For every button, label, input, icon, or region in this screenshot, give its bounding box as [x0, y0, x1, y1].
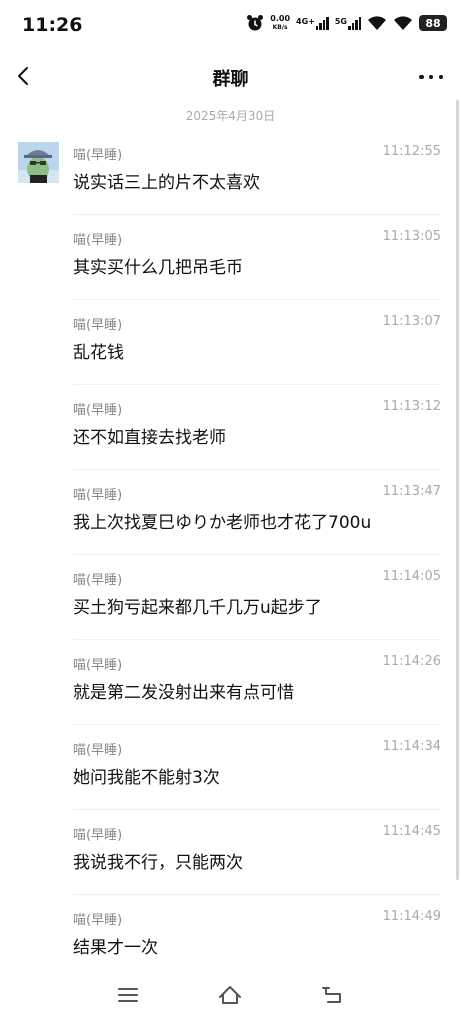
signal-4g: 4G+	[296, 16, 329, 30]
message-text[interactable]: 说实话三上的片不太喜欢	[73, 168, 260, 193]
message-list[interactable]: 喵(早睡) 11:12:55 说实话三上的片不太喜欢 喵(早睡) 11:13:0…	[0, 130, 461, 980]
message-time: 11:14:45	[382, 824, 441, 839]
avatar[interactable]	[18, 142, 59, 183]
message-item[interactable]: 喵(早睡) 11:13:47 我上次找夏巳ゆりか老师也才花了700u	[0, 470, 461, 555]
message-text[interactable]: 乱花钱	[73, 338, 124, 363]
message-sender: 喵(早睡)	[73, 148, 123, 163]
message-time: 11:14:49	[382, 909, 441, 924]
status-time: 11:26	[22, 14, 83, 36]
message-time: 11:14:05	[382, 569, 441, 584]
message-time: 11:14:34	[382, 739, 441, 754]
message-sender: 喵(早睡)	[73, 318, 123, 333]
message-time: 11:13:05	[382, 229, 441, 244]
message-sender: 喵(早睡)	[73, 828, 123, 843]
message-item[interactable]: 喵(早睡) 11:14:49 结果才一次	[0, 895, 461, 980]
battery-indicator: 88	[419, 15, 447, 31]
wifi-icon	[368, 16, 386, 30]
message-time: 11:13:12	[382, 399, 441, 414]
date-label: 2025年4月30日	[185, 109, 276, 123]
message-item[interactable]: 喵(早睡) 11:14:34 她问我能不能射3次	[0, 725, 461, 810]
chat-title: 群聊	[212, 69, 249, 90]
message-text[interactable]: 我上次找夏巳ゆりか老师也才花了700u	[73, 508, 371, 533]
more-dots-icon[interactable]	[419, 65, 443, 89]
message-item[interactable]: 喵(早睡) 11:12:55 说实话三上的片不太喜欢	[0, 130, 461, 215]
wifi-icon-2	[394, 16, 412, 30]
system-nav-bar	[0, 970, 461, 1024]
message-item[interactable]: 喵(早睡) 11:14:45 我说我不行，只能两次	[0, 810, 461, 895]
message-item[interactable]: 喵(早睡) 11:14:05 买土狗亏起来都几千几万u起步了	[0, 555, 461, 640]
message-item[interactable]: 喵(早睡) 11:13:05 其实买什么几把吊毛币	[0, 215, 461, 300]
message-sender: 喵(早睡)	[73, 233, 123, 248]
signal1-label: 4G+	[296, 16, 315, 26]
message-sender: 喵(早睡)	[73, 658, 123, 673]
message-item[interactable]: 喵(早睡) 11:13:07 乱花钱	[0, 300, 461, 385]
net-speed: 0.00 KB/s	[270, 14, 290, 32]
message-time: 11:12:55	[382, 144, 441, 159]
message-text[interactable]: 买土狗亏起来都几千几万u起步了	[73, 593, 322, 618]
status-icons: 0.00 KB/s 4G+ 5G 88	[246, 14, 447, 32]
message-sender: 喵(早睡)	[73, 913, 123, 928]
message-text[interactable]: 其实买什么几把吊毛币	[73, 253, 243, 278]
message-item[interactable]: 喵(早睡) 11:14:26 就是第二发没射出来有点可惜	[0, 640, 461, 725]
message-sender: 喵(早睡)	[73, 403, 123, 418]
message-item[interactable]: 喵(早睡) 11:13:12 还不如直接去找老师	[0, 385, 461, 470]
home-icon[interactable]	[217, 982, 243, 1008]
net-speed-unit: KB/s	[272, 24, 288, 31]
message-text[interactable]: 结果才一次	[73, 933, 158, 958]
message-text[interactable]: 我说我不行，只能两次	[73, 848, 243, 873]
signal1-bars-icon	[315, 16, 329, 30]
signal2-bars-icon	[348, 16, 361, 30]
chat-header: 群聊	[0, 50, 461, 104]
scrollbar[interactable]	[456, 100, 459, 880]
message-text[interactable]: 还不如直接去找老师	[73, 423, 226, 448]
alarm-icon	[247, 15, 264, 31]
message-text[interactable]: 就是第二发没射出来有点可惜	[73, 678, 294, 703]
message-sender: 喵(早睡)	[73, 488, 123, 503]
back-icon[interactable]	[320, 982, 346, 1008]
message-sender: 喵(早睡)	[73, 573, 123, 588]
message-sender: 喵(早睡)	[73, 743, 123, 758]
message-text[interactable]: 她问我能不能射3次	[73, 763, 220, 788]
signal-5g: 5G	[334, 16, 361, 30]
status-bar: 11:26 0.00 KB/s 4G+ 5G 88	[0, 0, 461, 50]
menu-icon[interactable]	[115, 982, 141, 1008]
message-time: 11:13:07	[382, 314, 441, 329]
message-time: 11:14:26	[382, 654, 441, 669]
signal2-label: 5G	[334, 16, 347, 26]
net-speed-value: 0.00	[270, 14, 291, 23]
message-time: 11:13:47	[382, 484, 441, 499]
